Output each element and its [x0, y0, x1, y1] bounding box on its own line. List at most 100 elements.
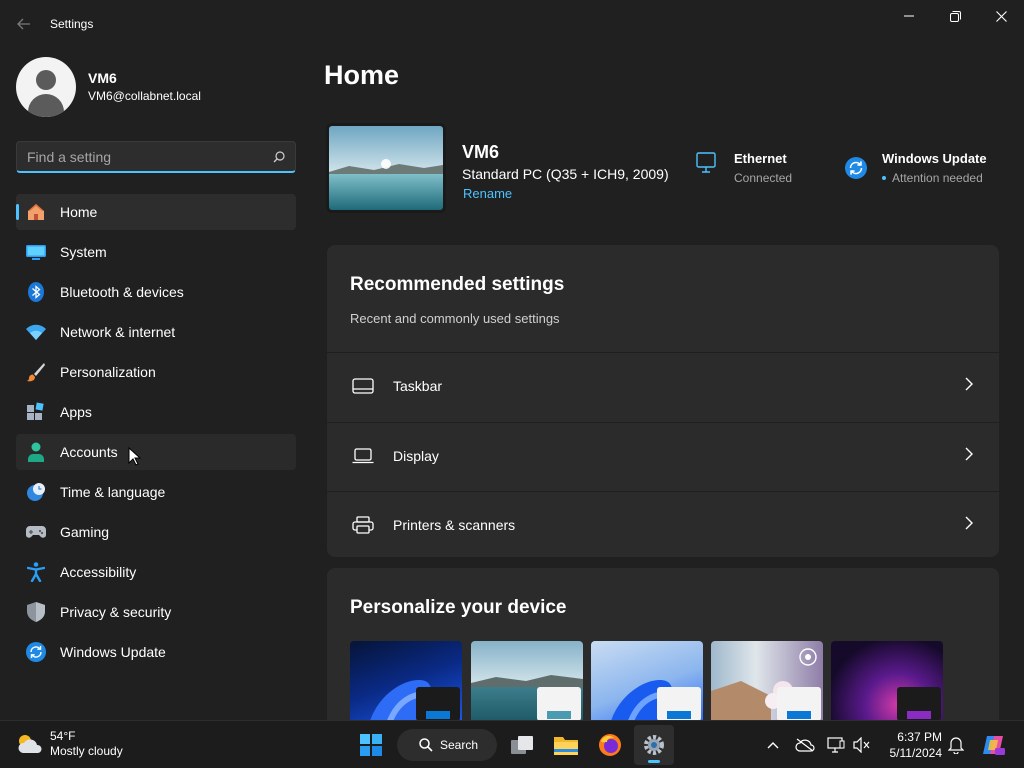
active-app-indicator — [648, 760, 660, 763]
sidebar-item-personalization[interactable]: Personalization — [16, 354, 296, 390]
sidebar-item-label: Home — [60, 204, 98, 220]
folder-icon — [554, 737, 578, 755]
sidebar-item-network[interactable]: Network & internet — [16, 314, 296, 350]
sidebar-item-windows-update[interactable]: Windows Update — [16, 634, 296, 670]
file-explorer-button[interactable] — [546, 725, 586, 765]
minimize-button[interactable] — [886, 0, 932, 32]
sidebar-item-label: Network & internet — [60, 324, 176, 340]
recommended-item-display[interactable]: Display — [327, 422, 999, 488]
device-spec: Standard PC (Q35 + ICH9, 2009) — [462, 166, 669, 182]
brush-icon — [26, 362, 46, 382]
bell-icon — [948, 737, 964, 754]
attention-dot-icon — [882, 176, 886, 180]
taskbar-clock[interactable]: 6:37 PM 5/11/2024 — [884, 729, 943, 761]
recommended-title: Recommended settings — [350, 274, 565, 295]
windows-update-title: Windows Update — [882, 151, 987, 166]
sidebar-item-label: System — [60, 244, 107, 260]
sidebar-item-system[interactable]: System — [16, 234, 296, 270]
windows-update-status-text: Attention needed — [892, 171, 983, 185]
theme-thumbnail-spotlight[interactable] — [711, 641, 823, 720]
volume-tray-button[interactable] — [852, 735, 872, 755]
accessibility-icon — [26, 562, 46, 582]
personalize-title: Personalize your device — [350, 597, 567, 618]
theme-thumbnail-glow[interactable] — [831, 641, 943, 720]
close-button[interactable] — [978, 0, 1024, 32]
app-title: Settings — [50, 17, 94, 31]
update-icon — [26, 642, 46, 662]
windows-update-icon — [845, 157, 867, 179]
settings-app-button[interactable] — [634, 725, 674, 765]
sidebar-item-bluetooth[interactable]: Bluetooth & devices — [16, 274, 296, 310]
cloud-sun-icon — [18, 735, 42, 753]
ethernet-status-text: Connected — [734, 171, 793, 185]
device-name: VM6 — [462, 142, 500, 162]
personalize-card: Personalize your device — [327, 568, 999, 720]
ethernet-monitor-icon — [696, 152, 716, 173]
weather-temperature: 54°F — [50, 729, 76, 743]
theme-thumbnail-lake[interactable] — [471, 641, 583, 720]
start-button[interactable] — [351, 725, 391, 765]
sidebar-item-label: Accessibility — [60, 564, 137, 580]
back-arrow-icon — [17, 18, 30, 30]
sidebar-item-accounts[interactable]: Accounts — [16, 434, 296, 470]
sidebar-item-label: Gaming — [60, 524, 110, 540]
recommended-subtitle: Recent and commonly used settings — [350, 311, 560, 326]
sidebar-item-label: Apps — [60, 404, 92, 420]
theme-thumbnail-bloom-dark[interactable] — [350, 641, 462, 720]
search-icon — [419, 738, 433, 752]
title-bar: Settings — [0, 0, 1024, 48]
sidebar-item-accessibility[interactable]: Accessibility — [16, 554, 296, 590]
wifi-icon — [26, 322, 46, 342]
cloud-offline-icon — [795, 738, 815, 752]
network-tray-button[interactable] — [826, 735, 846, 755]
clock-globe-icon — [26, 482, 46, 502]
sidebar-item-privacy-security[interactable]: Privacy & security — [16, 594, 296, 630]
firefox-icon — [599, 734, 621, 756]
copilot-button[interactable] — [981, 733, 1005, 757]
user-profile[interactable]: VM6 VM6@collabnet.local — [16, 57, 201, 117]
ethernet-title: Ethernet — [734, 151, 787, 166]
show-hidden-icons-button[interactable] — [763, 735, 783, 755]
task-view-button[interactable] — [502, 725, 542, 765]
restore-button[interactable] — [932, 0, 978, 32]
search-icon — [273, 150, 285, 162]
speaker-muted-icon — [853, 737, 870, 753]
theme-thumbnail-bloom-light[interactable] — [591, 641, 703, 720]
sidebar-item-label: Time & language — [60, 484, 166, 500]
taskbar-search[interactable]: Search — [397, 729, 497, 761]
windows-logo-icon — [360, 734, 382, 756]
search-input[interactable] — [27, 148, 273, 165]
sidebar-item-gaming[interactable]: Gaming — [16, 514, 296, 550]
shield-icon — [26, 602, 46, 622]
laptop-icon — [352, 447, 374, 465]
notifications-button[interactable] — [946, 735, 966, 755]
restore-icon — [949, 10, 961, 22]
sidebar-item-label: Accounts — [60, 444, 118, 460]
system-icon — [26, 242, 46, 262]
back-button[interactable] — [10, 12, 38, 36]
settings-search-box[interactable] — [16, 141, 296, 173]
windows-update-status[interactable]: Windows Update Attention needed — [845, 151, 987, 185]
sidebar-item-time-language[interactable]: Time & language — [16, 474, 296, 510]
bluetooth-icon — [26, 282, 46, 302]
onedrive-tray-button[interactable] — [795, 735, 815, 755]
ethernet-status[interactable]: Ethernet Connected — [696, 151, 792, 185]
firefox-button[interactable] — [590, 725, 630, 765]
recommended-item-printers[interactable]: Printers & scanners — [327, 491, 999, 557]
taskbar-search-label: Search — [440, 738, 479, 752]
profile-email: VM6@collabnet.local — [88, 89, 201, 103]
task-view-icon — [511, 736, 533, 754]
sidebar-item-apps[interactable]: Apps — [16, 394, 296, 430]
apps-icon — [26, 402, 46, 422]
chevron-right-icon — [965, 377, 973, 391]
recommended-item-taskbar[interactable]: Taskbar — [327, 352, 999, 418]
minimize-icon — [904, 15, 914, 17]
clock-date: 5/11/2024 — [889, 746, 943, 760]
close-icon — [995, 10, 1007, 22]
recommended-item-label: Printers & scanners — [393, 516, 516, 533]
rename-link[interactable]: Rename — [463, 186, 512, 201]
sidebar-item-home[interactable]: Home — [16, 194, 296, 230]
accounts-icon — [26, 442, 46, 462]
weather-widget[interactable]: 54°F Mostly cloudy — [16, 729, 123, 759]
taskbar: 54°F Mostly cloudy Search 6:37 PM 5/11/2… — [0, 720, 1024, 768]
